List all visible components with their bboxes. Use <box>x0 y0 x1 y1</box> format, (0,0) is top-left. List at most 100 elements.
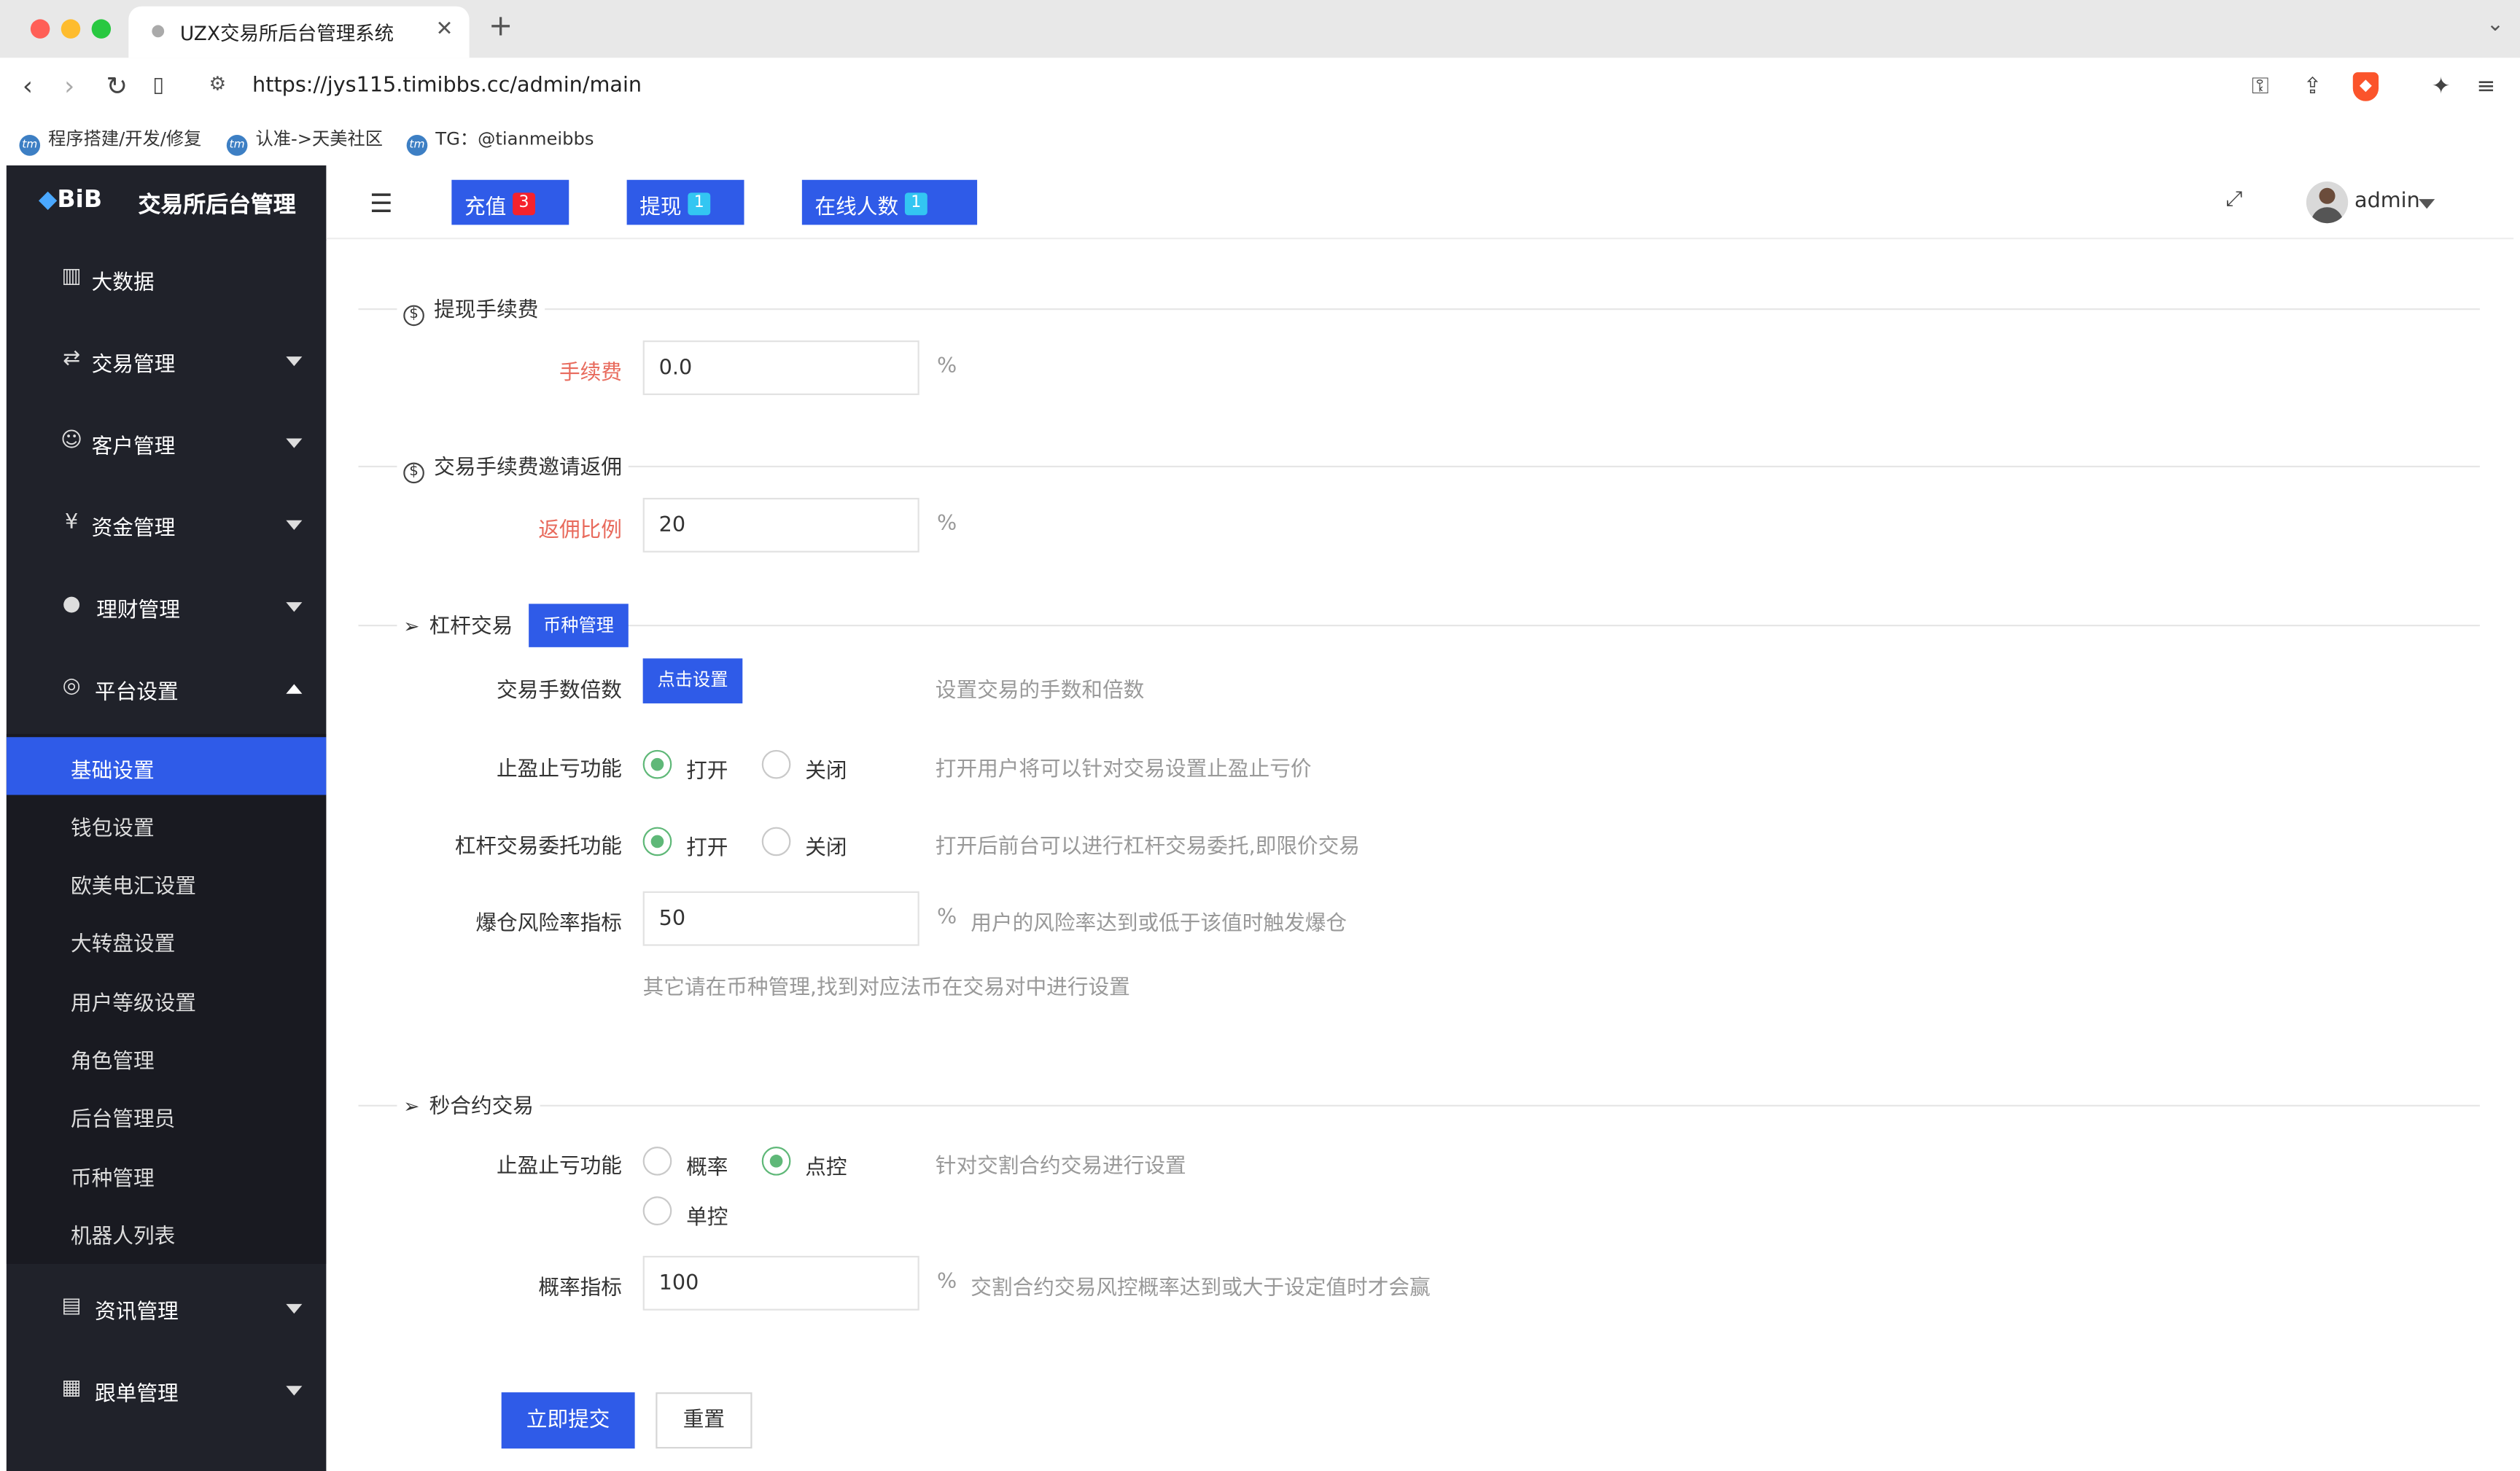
risk-input[interactable]: 50 <box>642 891 919 946</box>
settings-form: $ 提现手续费 手续费 0.0 % $ 交易手续费邀请返佣 返佣比例 20 % ➢ 杠… <box>326 241 2514 1471</box>
sidebar-item-big-data[interactable]: ▥ 大数据 <box>7 239 327 319</box>
sidebar-subitem-wire[interactable]: 欧美电汇设置 <box>7 853 327 910</box>
sidebar-subitem-admins[interactable]: 后台管理员 <box>7 1085 327 1143</box>
section-legend: $ 交易手续费邀请返佣 <box>397 449 629 484</box>
submit-button[interactable]: 立即提交 <box>501 1392 635 1449</box>
username[interactable]: admin <box>2354 190 2420 214</box>
sidebar-item-news[interactable]: ▤ 资讯管理 <box>7 1268 327 1349</box>
sidebar: ◆BiB 交易所后台管理 ▥ 大数据 ⇄ 交易管理 ☺ 客户管理 ¥ 资金管理 <box>6 165 327 1471</box>
sidebar-item-wealth[interactable]: ● 理财管理 <box>7 567 327 647</box>
radio-label: 单控 <box>686 1206 728 1230</box>
close-tab-icon[interactable]: ✕ <box>436 17 454 42</box>
share-icon[interactable]: ⇪ <box>2303 72 2322 101</box>
entrust-hint: 打开后前台可以进行杠杆交易委托,即限价交易 <box>935 835 1360 859</box>
sidebar-item-label: 资讯管理 <box>95 1300 179 1325</box>
sidebar-subitem-wheel[interactable]: 大转盘设置 <box>7 910 327 968</box>
sidebar-subitem-robots[interactable]: 机器人列表 <box>7 1203 327 1260</box>
address-bar[interactable]: ⚙ https://jys115.timibbs.cc/admin/main <box>196 66 2411 107</box>
section-title: 杠杆交易 <box>429 614 513 639</box>
bookmark-item[interactable]: tm 认准->天美社区 <box>226 125 383 156</box>
bookmark-label: 程序搭建/开发/修复 <box>48 128 202 149</box>
reset-button[interactable]: 重置 <box>656 1392 752 1449</box>
fullscreen-icon[interactable]: ⤢ <box>2226 188 2243 212</box>
multiplier-hint: 设置交易的手数和倍数 <box>935 679 1145 703</box>
sidebar-subitem-wallet[interactable]: 钱包设置 <box>7 795 327 853</box>
sidebar-subitem-basic-settings[interactable]: 基础设置 <box>6 737 327 795</box>
leverage-stop-open-radio[interactable] <box>642 749 672 779</box>
forward-icon[interactable]: › <box>64 71 74 103</box>
new-tab-icon[interactable]: + <box>489 9 513 43</box>
sidebar-subitem-label: 基础设置 <box>70 760 155 784</box>
sidebar-subitem-label: 欧美电汇设置 <box>70 875 196 900</box>
rebate-input[interactable]: 20 <box>642 497 919 553</box>
browser-tab-bar: ● UZX交易所后台管理系统 ✕ + ⌄ <box>0 0 2520 58</box>
withdraw-button[interactable]: 提现 1 <box>626 179 744 225</box>
user-menu-caret-icon[interactable] <box>2419 199 2435 209</box>
sidebar-subitem-label: 币种管理 <box>70 1167 155 1192</box>
caret-down-icon <box>286 1303 303 1314</box>
probability-radio[interactable] <box>642 1147 672 1176</box>
online-users-count-badge: 1 <box>904 192 928 216</box>
collapse-menu-icon[interactable]: ☰ <box>370 188 393 219</box>
single-control-radio[interactable] <box>642 1196 672 1225</box>
caret-up-icon <box>286 684 303 694</box>
sidebar-item-platform-settings[interactable]: ◎ 平台设置 <box>7 649 327 729</box>
reload-icon[interactable]: ↻ <box>106 71 128 103</box>
news-icon: ▤ <box>61 1294 82 1319</box>
brave-shield-icon[interactable]: ◆ <box>2352 72 2379 101</box>
top-header: ☰ 充值 3 提现 1 在线人数 1 ⤢ admin <box>326 165 2514 240</box>
site-settings-icon[interactable]: ⚙ <box>209 72 227 95</box>
sidebar-item-trade[interactable]: ⇄ 交易管理 <box>7 321 327 402</box>
section-rebate: $ 交易手续费邀请返佣 <box>358 449 2480 484</box>
section-second-contract: ➢ 秒合约交易 <box>358 1088 2480 1121</box>
tab-list-chevron-icon[interactable]: ⌄ <box>2486 13 2504 37</box>
browser-toolbar: ‹ › ↻ ▯ ⚙ https://jys115.timibbs.cc/admi… <box>0 58 2520 116</box>
fee-input[interactable]: 0.0 <box>642 340 919 395</box>
entrust-open-radio[interactable] <box>642 827 672 857</box>
coin-management-button[interactable]: 币种管理 <box>529 604 629 647</box>
point-control-radio[interactable] <box>761 1147 791 1176</box>
avatar[interactable] <box>2306 181 2349 224</box>
set-multiplier-button[interactable]: 点击设置 <box>642 658 743 703</box>
menu-icon[interactable]: ≡ <box>2477 72 2496 101</box>
money-bag-icon: ¥ <box>64 510 79 535</box>
probability-input[interactable]: 100 <box>642 1255 919 1311</box>
sidebar-item-customers[interactable]: ☺ 客户管理 <box>7 403 327 483</box>
users-icon: ☺ <box>61 429 83 453</box>
sidebar-subitem-roles[interactable]: 角色管理 <box>7 1028 327 1085</box>
leverage-stop-close-radio[interactable] <box>761 749 791 779</box>
online-users-button[interactable]: 在线人数 1 <box>801 179 978 225</box>
paper-plane-icon: ➢ <box>403 1095 420 1118</box>
sidebar-subitem-label: 机器人列表 <box>70 1225 176 1250</box>
sidebar-subitem-label: 大转盘设置 <box>70 933 176 958</box>
radio-label: 点控 <box>805 1156 847 1181</box>
second-stop-hint: 针对交割合约交易进行设置 <box>935 1155 1186 1179</box>
bookmark-label: 认准->天美社区 <box>255 128 383 149</box>
bookmark-favicon-icon: tm <box>226 135 248 156</box>
sidebar-item-funds[interactable]: ¥ 资金管理 <box>7 485 327 565</box>
bookmark-icon[interactable]: ▯ <box>152 71 164 103</box>
key-icon[interactable]: ⚿ <box>2252 72 2268 101</box>
bookmark-item[interactable]: tm TG：@tianmeibbs <box>406 125 594 156</box>
sidebar-item-label: 平台设置 <box>95 681 179 706</box>
probability-hint: 交割合约交易风控概率达到或大于设定值时才会赢 <box>971 1276 1431 1301</box>
close-window-button[interactable] <box>30 19 50 39</box>
section-title: 秒合约交易 <box>429 1095 534 1120</box>
leo-ai-icon[interactable]: ✦ <box>2432 72 2451 101</box>
sidebar-subitem-user-level[interactable]: 用户等级设置 <box>7 970 327 1028</box>
zoom-window-button[interactable] <box>91 19 112 39</box>
browser-tab[interactable]: ● UZX交易所后台管理系统 ✕ <box>128 6 470 58</box>
back-icon[interactable]: ‹ <box>23 71 33 103</box>
risk-hint: 用户的风险率达到或低于该值时触发爆仓 <box>971 912 1348 937</box>
recharge-button[interactable]: 充值 3 <box>451 179 569 225</box>
bookmark-item[interactable]: tm 程序搭建/开发/修复 <box>19 125 201 156</box>
entrust-close-radio[interactable] <box>761 827 791 857</box>
risk-label: 爆仓风险率指标 <box>475 912 622 937</box>
fee-unit: % <box>936 354 957 379</box>
probability-input-value: 100 <box>658 1271 699 1296</box>
sidebar-item-copy-trade[interactable]: ▦ 跟单管理 <box>7 1351 327 1431</box>
minimize-window-button[interactable] <box>61 19 81 39</box>
caret-down-icon <box>286 356 303 367</box>
sidebar-subitem-coins[interactable]: 币种管理 <box>7 1145 327 1203</box>
sidebar-title: 交易所后台管理 <box>138 192 296 219</box>
